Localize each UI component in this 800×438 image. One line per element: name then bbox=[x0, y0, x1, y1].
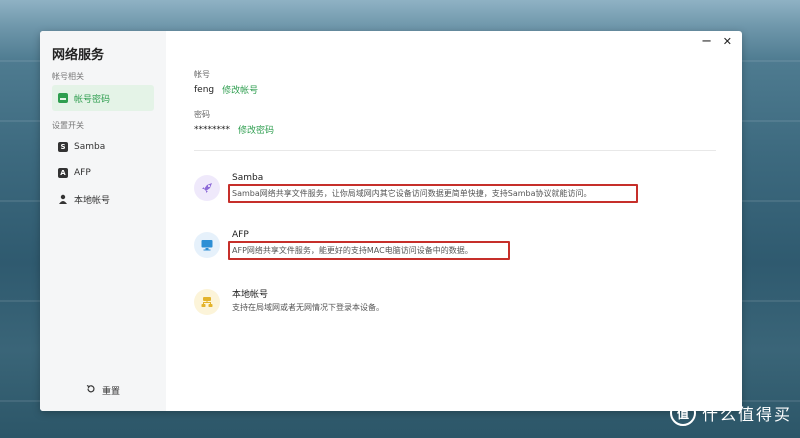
highlight-box bbox=[228, 241, 510, 260]
username-label: 帐号 bbox=[194, 70, 210, 79]
sidebar-item-label: 帐号密码 bbox=[74, 94, 111, 105]
change-password-link[interactable]: 修改密码 bbox=[238, 123, 274, 136]
minimize-button[interactable]: − bbox=[701, 35, 712, 49]
sidebar-item-account-password[interactable]: 帐号密码 bbox=[52, 85, 154, 111]
sidebar: 网络服务 帐号相关 帐号密码 设置开关 S Samba A AFP 本地帐号 重… bbox=[40, 31, 166, 411]
service-name: 本地帐号 bbox=[232, 290, 269, 300]
close-button[interactable]: ✕ bbox=[723, 35, 732, 49]
reset-button[interactable]: 重置 bbox=[86, 384, 120, 397]
password-row: ******** 修改密码 bbox=[194, 123, 274, 137]
id-card-icon bbox=[58, 93, 68, 103]
reset-label: 重置 bbox=[102, 387, 121, 397]
user-icon bbox=[58, 194, 68, 204]
group-label-account: 帐号相关 bbox=[52, 72, 84, 81]
service-name: Samba bbox=[232, 173, 264, 183]
sidebar-item-label: 本地帐号 bbox=[74, 195, 111, 206]
divider bbox=[194, 150, 716, 151]
service-name: AFP bbox=[232, 230, 249, 240]
network-services-window: 网络服务 帐号相关 帐号密码 设置开关 S Samba A AFP 本地帐号 重… bbox=[40, 31, 742, 411]
username-value: feng bbox=[194, 84, 215, 95]
sidebar-item-label: Samba bbox=[74, 142, 106, 152]
group-label-settings: 设置开关 bbox=[52, 121, 84, 130]
username-row: feng 修改帐号 bbox=[194, 83, 258, 97]
highlight-box bbox=[228, 184, 638, 203]
network-icon bbox=[194, 289, 220, 315]
reset-icon bbox=[86, 384, 96, 397]
sidebar-item-label: AFP bbox=[74, 168, 91, 178]
password-value: ******** bbox=[194, 124, 230, 135]
service-samba[interactable]: Samba Samba网络共享文件服务，让你局域网内其它设备访问数据更简单快捷，… bbox=[194, 173, 716, 213]
service-afp[interactable]: AFP AFP网络共享文件服务，能更好的支持MAC电脑访问设备中的数据。 bbox=[194, 230, 716, 270]
watermark-text: 什么值得买 bbox=[701, 405, 792, 424]
service-description: 支持在局域网或者无网情况下登录本设备。 bbox=[232, 303, 384, 312]
samba-icon: S bbox=[58, 142, 68, 152]
service-local-account[interactable]: 本地帐号 支持在局域网或者无网情况下登录本设备。 bbox=[194, 287, 716, 327]
watermark-logo: 值 bbox=[669, 400, 696, 426]
sidebar-item-afp[interactable]: A AFP bbox=[52, 160, 154, 186]
password-label: 密码 bbox=[194, 110, 210, 119]
app-title: 网络服务 bbox=[52, 48, 105, 63]
sidebar-item-local-account[interactable]: 本地帐号 bbox=[52, 186, 154, 212]
rocket-icon bbox=[194, 175, 220, 201]
sidebar-item-samba[interactable]: S Samba bbox=[52, 134, 154, 160]
monitor-icon bbox=[194, 232, 220, 258]
afp-icon: A bbox=[58, 168, 68, 178]
change-username-link[interactable]: 修改帐号 bbox=[222, 83, 258, 96]
watermark: 值 什么值得买 bbox=[669, 400, 792, 426]
main-panel: − ✕ 帐号 feng 修改帐号 密码 ******** 修改密码 Samba … bbox=[166, 31, 742, 411]
